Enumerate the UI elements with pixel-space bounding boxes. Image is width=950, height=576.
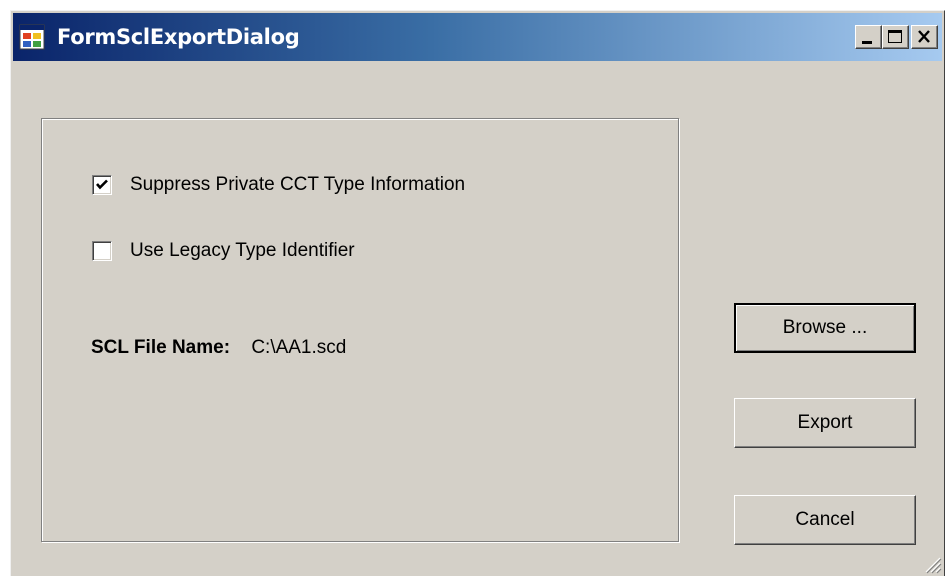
maximize-icon (888, 30, 902, 43)
close-icon (918, 30, 930, 43)
file-name-value: C:\AA1.scd (251, 337, 347, 358)
minimize-button[interactable] (855, 25, 882, 49)
minimize-icon (862, 41, 872, 44)
legacy-identifier-label: Use Legacy Type Identifier (130, 240, 355, 261)
checkmark-icon (96, 179, 108, 190)
suppress-private-label: Suppress Private CCT Type Information (130, 174, 466, 195)
export-button[interactable]: Export (734, 398, 916, 448)
app-icon (19, 24, 45, 50)
title-bar[interactable]: FormSclExportDialog (13, 13, 942, 61)
legacy-identifier-checkbox[interactable] (92, 241, 112, 261)
cancel-button[interactable]: Cancel (734, 495, 916, 545)
legacy-identifier-option[interactable]: Use Legacy Type Identifier (92, 239, 355, 263)
maximize-button[interactable] (882, 25, 909, 49)
browse-button[interactable]: Browse ... (734, 303, 916, 353)
file-name-label: SCL File Name: (91, 337, 231, 358)
resize-grip-icon[interactable] (922, 554, 942, 574)
window-title: FormSclExportDialog (57, 25, 300, 49)
suppress-private-option[interactable]: Suppress Private CCT Type Information (92, 173, 465, 197)
suppress-private-checkbox[interactable] (92, 175, 112, 195)
close-button[interactable] (911, 25, 938, 49)
options-group: Suppress Private CCT Type Information Us… (41, 118, 679, 542)
export-dialog-window: FormSclExportDialog Suppress Private CCT… (10, 10, 945, 576)
file-name-row: SCL File Name: C:\AA1.scd (91, 337, 346, 359)
